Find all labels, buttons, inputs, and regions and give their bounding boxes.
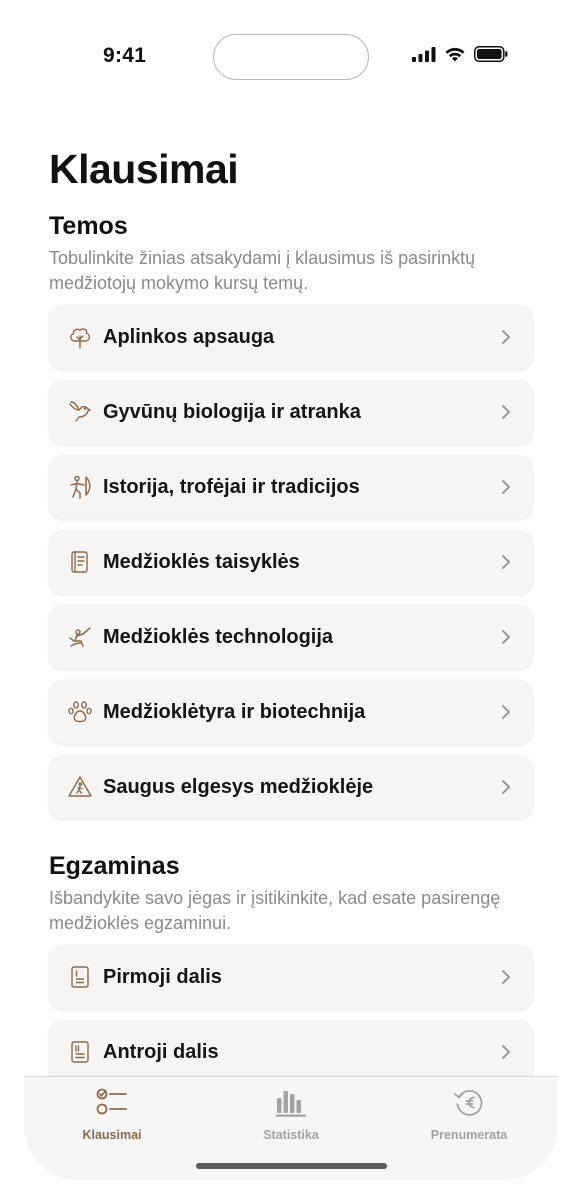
battery-icon [474,46,508,67]
chevron-right-icon [499,478,513,496]
tab-label: Klausimai [82,1128,142,1142]
euro-subscription-icon [452,1085,486,1124]
exam-row-pirmoji-dalis[interactable]: Pirmoji dalis [49,945,533,1009]
exam-label: Pirmoji dalis [103,965,222,988]
chevron-right-icon [499,1043,513,1061]
topic-row-istorija-trofejai[interactable]: Istorija, trofėjai ir tradicijos [49,455,533,519]
bar-chart-icon [274,1085,308,1124]
chevron-right-icon [499,403,513,421]
checklist-icon [95,1085,129,1124]
topic-row-medziokletyra[interactable]: Medžioklėtyra ir biotechnija [49,680,533,744]
tab-label: Prenumerata [430,1128,508,1142]
chevron-right-icon [499,553,513,571]
topic-label: Medžioklės technologija [103,625,334,648]
tab-statistika[interactable]: Statistika [221,1085,361,1142]
topic-label: Istorija, trofėjai ir tradicijos [103,475,360,498]
topic-label: Gyvūnų biologija ir atranka [103,400,361,423]
exam-section-title: Egzaminas [49,852,180,880]
status-bar: 9:41 [0,0,582,110]
topics-section-title: Temos [49,212,128,240]
topic-row-medziokles-taisykles[interactable]: Medžioklės taisyklės [49,530,533,594]
status-icons [412,46,508,67]
page-title: Klausimai [49,146,239,192]
topics-section-description: Tobulinkite žinias atsakydami į klausimu… [49,248,476,293]
wifi-icon [444,46,466,67]
tab-label: Statistika [263,1128,319,1142]
paw-icon [67,699,93,725]
topic-row-aplinkos-apsauga[interactable]: Aplinkos apsauga [49,305,533,369]
bird-icon [67,399,93,425]
topic-label: Medžioklėtyra ir biotechnija [103,700,366,723]
archer-icon [67,474,93,500]
topic-row-gyvunu-biologija[interactable]: Gyvūnų biologija ir atranka [49,380,533,444]
chevron-right-icon [499,628,513,646]
chevron-right-icon [499,968,513,986]
status-time: 9:41 [103,44,147,67]
rulebook-icon [67,549,93,575]
exam-row-antroji-dalis[interactable]: Antroji dalis [49,1020,533,1084]
part-two-icon [67,1039,93,1065]
topic-label: Saugus elgesys medžioklėje [103,775,374,798]
chevron-right-icon [499,778,513,796]
topic-label: Medžioklės taisyklės [103,550,300,573]
topic-row-saugus-elgesys[interactable]: Saugus elgesys medžioklėje [49,755,533,819]
dynamic-island [213,34,369,80]
home-indicator [196,1163,387,1169]
topic-row-medziokles-technologija[interactable]: Medžioklės technologija [49,605,533,669]
tab-prenumerata[interactable]: Prenumerata [399,1085,539,1142]
cellular-signal-icon [412,46,436,67]
part-one-icon [67,964,93,990]
tree-icon [67,324,93,350]
tab-klausimai[interactable]: Klausimai [42,1085,182,1142]
exam-label: Antroji dalis [103,1040,219,1063]
warning-icon [67,774,93,800]
topic-label: Aplinkos apsauga [103,325,275,348]
chevron-right-icon [499,703,513,721]
hunter-icon [67,624,93,650]
exam-section-description: Išbandykite savo jėgas ir įsitikinkite, … [49,888,501,933]
chevron-right-icon [499,328,513,346]
